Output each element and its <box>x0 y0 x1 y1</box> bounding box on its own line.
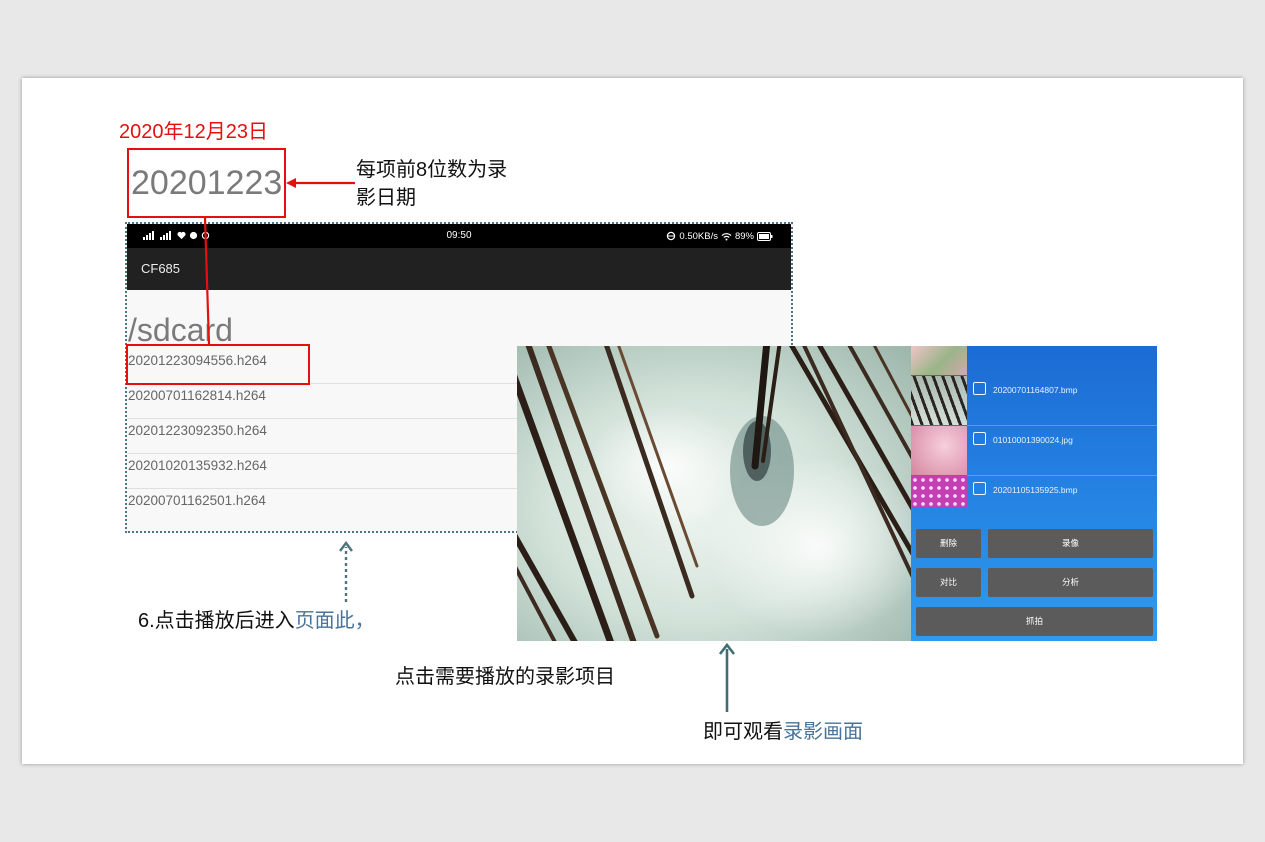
media-filename: 20200701164807.bmp <box>993 385 1078 395</box>
caption-step6-text: 6.点击播放后进入 <box>138 610 295 632</box>
media-checkbox[interactable] <box>973 382 986 395</box>
capture-button[interactable]: 抓拍 <box>916 607 1153 636</box>
caption-step6: 6.点击播放后进入页面此， <box>138 608 375 634</box>
media-item[interactable]: 20201105135925.bmp <box>967 476 1157 511</box>
microscope-view[interactable] <box>517 346 911 641</box>
media-item[interactable]: 20200701164807.bmp <box>967 376 1157 426</box>
folder-path: /sdcard <box>128 312 233 348</box>
caption-view: 即可观看录影画面 <box>703 719 863 745</box>
video-viewer-screenshot: 20200701164807.bmp 01010001390024.jpg 20… <box>517 346 1157 641</box>
status-icons-right: 0.50KB/s 89% <box>666 224 773 248</box>
app-title: CF685 <box>141 261 181 276</box>
date-label: 2020年12月23日 <box>119 121 268 143</box>
media-checkbox[interactable] <box>973 432 986 445</box>
date-explanation: 每项前8位数为录 影日期 <box>356 156 507 212</box>
date-code-highlight: 20201223 <box>127 148 286 218</box>
date-explanation-line1: 每项前8位数为录 <box>356 159 508 181</box>
battery-level: 89% <box>734 230 754 242</box>
network-speed: 0.50KB/s <box>679 230 718 242</box>
compare-button[interactable]: 对比 <box>916 568 981 597</box>
record-button[interactable]: 录像 <box>988 529 1153 558</box>
media-checkbox[interactable] <box>973 482 986 495</box>
date-code: 20201223 <box>131 164 283 202</box>
magenta-dots-thumbnail[interactable] <box>911 476 967 508</box>
pink-skin-thumbnail[interactable] <box>911 426 967 475</box>
caption-view-text: 即可观看 <box>703 721 783 743</box>
media-thumbnail[interactable] <box>911 346 967 375</box>
status-bar: 09:50 0.50KB/s 89% <box>127 224 791 248</box>
selected-file-highlight <box>126 344 310 385</box>
analyze-button[interactable]: 分析 <box>988 568 1153 597</box>
media-item[interactable]: 01010001390024.jpg <box>967 426 1157 476</box>
app-bar: CF685 <box>127 248 791 290</box>
caption-select: 点击需要播放的录影项目 <box>395 666 615 688</box>
caption-step6-highlight: 页面此， <box>294 610 375 632</box>
caption-view-highlight: 录影画面 <box>783 721 863 743</box>
date-explanation-line2: 影日期 <box>356 187 416 209</box>
delete-button[interactable]: 删除 <box>916 529 981 558</box>
hair-sample-thumbnail[interactable] <box>911 376 967 425</box>
battery-icon <box>757 231 773 241</box>
media-sidebar: 20200701164807.bmp 01010001390024.jpg 20… <box>911 346 1157 641</box>
data-saver-icon <box>667 231 676 241</box>
media-filename: 20201105135925.bmp <box>993 485 1078 495</box>
media-filename: 01010001390024.jpg <box>993 435 1073 445</box>
wifi-icon <box>721 232 732 240</box>
